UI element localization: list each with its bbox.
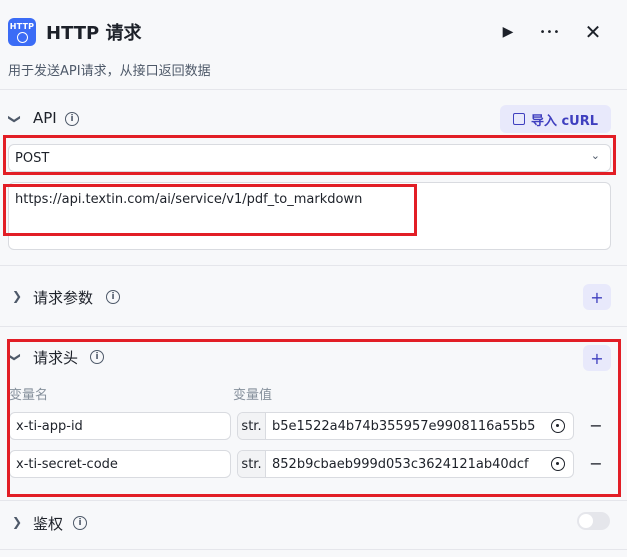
header-name-input[interactable]: x-ti-secret-code <box>9 450 231 478</box>
plus-icon: + <box>590 287 604 307</box>
globe-icon <box>16 31 28 43</box>
header-name-value: x-ti-app-id <box>16 419 83 434</box>
http-app-icon: HTTP <box>8 18 36 46</box>
header-value-input[interactable]: str. 852b9cbaeb999d053c3624121ab40dcf <box>237 450 574 478</box>
toggle-knob <box>579 514 593 528</box>
minus-icon: − <box>589 453 603 473</box>
play-icon: ▶ <box>502 24 514 40</box>
panel-title: HTTP 请求 <box>46 23 142 44</box>
divider <box>0 500 627 501</box>
add-param-button[interactable]: + <box>583 284 611 310</box>
headers-section-title: 请求头 <box>33 349 79 367</box>
chevron-down-icon[interactable]: ❯ <box>8 352 22 362</box>
add-header-button[interactable]: + <box>583 345 611 371</box>
method-select[interactable]: POST ⌄ <box>8 144 611 172</box>
chevron-down-icon[interactable]: ❯ <box>8 114 22 124</box>
import-icon <box>512 113 525 125</box>
column-label-name: 变量名 <box>9 388 49 403</box>
header-value-text: b5e1522a4b74b355957e9908116a55b5 <box>272 419 536 434</box>
url-value: https://api.textin.com/ai/service/v1/pdf… <box>15 192 363 207</box>
params-section-title: 请求参数 <box>33 289 94 307</box>
more-icon: ••• <box>539 26 561 38</box>
panel-header: HTTP HTTP 请求 ▶ ••• ✕ 用于发送API请求，从接口返回数据 <box>0 0 627 90</box>
header-name-input[interactable]: x-ti-app-id <box>9 412 231 440</box>
info-icon: i <box>90 350 104 364</box>
info-icon: i <box>73 516 87 530</box>
method-value: POST <box>15 151 50 166</box>
close-icon: ✕ <box>584 20 602 44</box>
divider <box>0 326 627 327</box>
column-label-value: 变量值 <box>233 388 273 403</box>
chevron-right-icon[interactable]: ❯ <box>12 515 22 529</box>
divider <box>0 549 627 550</box>
api-section-title: API <box>33 109 57 127</box>
info-icon: i <box>106 290 120 304</box>
header-value-text: 852b9cbaeb999d053c3624121ab40dcf <box>272 457 529 472</box>
header-name-value: x-ti-secret-code <box>16 457 118 472</box>
divider <box>0 265 627 266</box>
url-input[interactable]: https://api.textin.com/ai/service/v1/pdf… <box>8 182 611 250</box>
info-icon: i <box>65 112 79 126</box>
plus-icon: + <box>590 348 604 368</box>
more-button[interactable]: ••• <box>536 18 564 46</box>
header-value-input[interactable]: str. b5e1522a4b74b355957e9908116a55b5 <box>237 412 574 440</box>
panel-subtitle: 用于发送API请求，从接口返回数据 <box>8 64 211 79</box>
auth-toggle[interactable] <box>577 512 610 530</box>
auth-section-title: 鉴权 <box>33 515 64 533</box>
close-button[interactable]: ✕ <box>579 18 607 46</box>
variable-icon[interactable] <box>551 419 565 433</box>
run-button[interactable]: ▶ <box>494 18 522 46</box>
chevron-right-icon[interactable]: ❯ <box>12 289 22 303</box>
import-curl-button[interactable]: 导入 cURL <box>500 105 611 133</box>
type-badge[interactable]: str. <box>238 451 266 477</box>
chevron-down-icon: ⌄ <box>590 149 600 162</box>
minus-icon: − <box>589 415 603 435</box>
import-curl-label: 导入 cURL <box>530 113 599 129</box>
http-request-panel: HTTP HTTP 请求 ▶ ••• ✕ 用于发送API请求，从接口返回数据 ❯… <box>0 0 627 557</box>
variable-icon[interactable] <box>551 457 565 471</box>
remove-header-button[interactable]: − <box>586 415 606 435</box>
remove-header-button[interactable]: − <box>586 453 606 473</box>
type-badge[interactable]: str. <box>238 413 266 439</box>
